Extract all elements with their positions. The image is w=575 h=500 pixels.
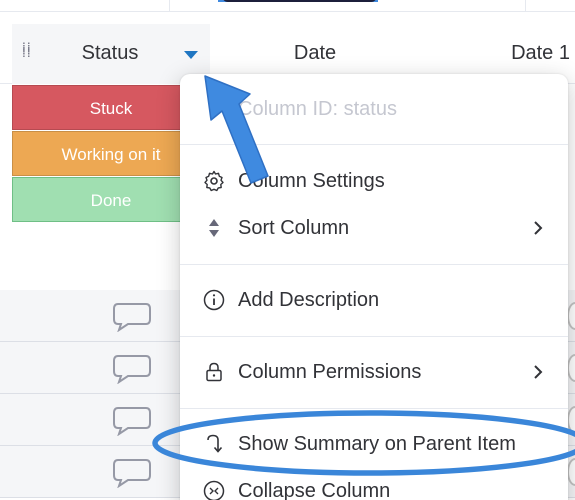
status-column-header[interactable]: ⁞⁞ ⁞⁞ Status [12,24,210,84]
comment-icon[interactable] [112,300,152,332]
gear-icon [204,170,224,192]
menu-divider [180,144,568,145]
date1-column-title[interactable]: Date 1 [480,42,570,65]
column-context-menu: Column ID: status Column Settings Sort C… [180,74,568,500]
caret-down-icon[interactable] [181,47,201,63]
top-strip [0,0,575,12]
row-edge-icon[interactable] [567,406,575,434]
menu-item-sort-column[interactable]: Sort Column [180,205,568,251]
menu-item-column-settings[interactable]: Column Settings [180,158,568,204]
row-edge-icon[interactable] [567,458,575,486]
menu-divider [180,408,568,409]
drag-grip-icon[interactable]: ⁞⁞ ⁞⁞ [22,41,34,64]
collapse-column-label: Collapse Column [238,480,391,500]
menu-divider [180,336,568,337]
top-divider [525,0,526,12]
collapse-icon [203,480,225,500]
info-icon [203,289,225,311]
menu-item-collapse-column[interactable]: Collapse Column [180,468,568,500]
menu-item-show-summary[interactable]: Show Summary on Parent Item [180,421,568,467]
top-dark-pill[interactable] [222,0,377,2]
row-edge-icon[interactable] [567,302,575,330]
comment-icon[interactable] [112,456,152,488]
menu-item-add-description[interactable]: Add Description [180,277,568,323]
column-id-label: Column ID: status [238,98,397,120]
chevron-right-icon [534,365,543,379]
comment-icon[interactable] [112,352,152,384]
chevron-right-icon [534,221,543,235]
column-settings-label: Column Settings [238,170,385,192]
top-cell [0,0,170,12]
column-permissions-label: Column Permissions [238,361,422,383]
lock-icon [206,362,222,382]
return-arrow-icon [207,434,223,453]
sort-icon [209,219,219,237]
show-summary-label: Show Summary on Parent Item [238,433,516,455]
sort-column-label: Sort Column [238,217,350,239]
row-edge-icon[interactable] [567,354,575,382]
menu-column-id: Column ID: status [180,86,568,132]
comment-icon[interactable] [112,404,152,436]
date-column-title[interactable]: Date [270,42,360,65]
menu-item-column-permissions[interactable]: Column Permissions [180,349,568,395]
add-description-label: Add Description [238,289,380,311]
menu-divider [180,264,568,265]
status-column-title[interactable]: Status [50,42,170,65]
